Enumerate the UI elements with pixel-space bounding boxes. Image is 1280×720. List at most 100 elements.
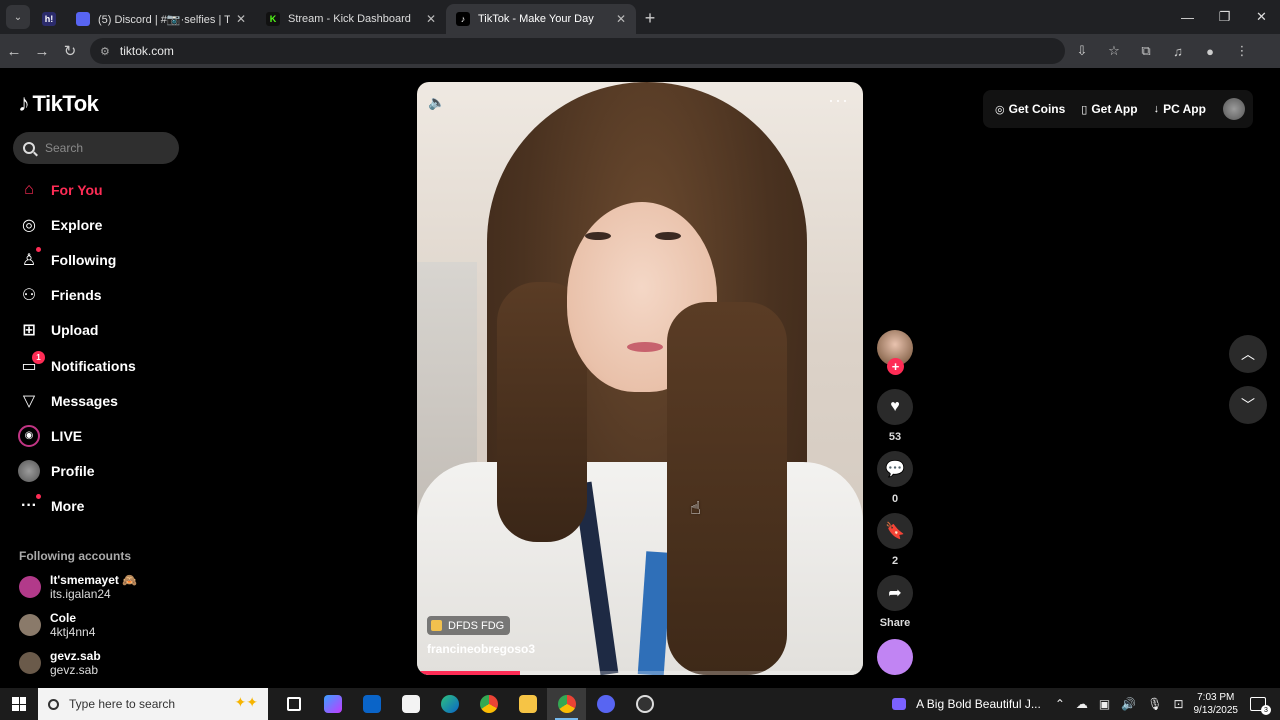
meet-now-icon[interactable]: ▣ bbox=[1099, 697, 1110, 711]
logo-text: TikTok bbox=[32, 91, 99, 116]
following-account[interactable]: Cole 4ktj4nn4 bbox=[19, 611, 95, 639]
network-icon[interactable]: ⊡ bbox=[1173, 697, 1183, 711]
speaker-icon[interactable]: 🔊 bbox=[1121, 697, 1136, 711]
start-button[interactable] bbox=[0, 688, 38, 720]
music-disc-icon[interactable] bbox=[877, 639, 913, 675]
sidebar-item-for-you[interactable]: ⌂ For You bbox=[18, 172, 136, 207]
pc-app-label: PC App bbox=[1163, 102, 1206, 116]
follow-plus-icon[interactable]: + bbox=[887, 358, 904, 375]
reload-icon[interactable]: ↻ bbox=[56, 42, 84, 60]
tab-kick[interactable]: K Stream - Kick Dashboard ✕ bbox=[256, 4, 446, 34]
save-button[interactable]: 🔖 bbox=[877, 513, 913, 549]
account-handle: 4ktj4nn4 bbox=[50, 625, 96, 639]
like-button[interactable]: ♥ bbox=[877, 389, 913, 425]
sidebar-item-following[interactable]: ♙ Following bbox=[18, 242, 136, 277]
sidebar-item-friends[interactable]: ⚇ Friends bbox=[18, 278, 136, 313]
profile-avatar-icon[interactable]: ● bbox=[1201, 44, 1219, 59]
tab-discord[interactable]: (5) Discord | #📷·selfies | The C ✕ bbox=[66, 4, 256, 34]
browser-menu-icon[interactable]: ⋮ bbox=[1233, 43, 1251, 59]
get-coins-button[interactable]: ◎ Get Coins bbox=[995, 102, 1065, 116]
edge-button[interactable] bbox=[430, 688, 469, 720]
sidebar-item-upload[interactable]: ⊞ Upload bbox=[18, 313, 136, 348]
tiktok-page: ♪ TikTok Search ⌂ For You ◎ Explore ♙ Fo… bbox=[0, 68, 1280, 688]
chrome-active-button[interactable] bbox=[547, 688, 586, 720]
windows-logo-icon bbox=[12, 697, 26, 711]
pc-app-button[interactable]: ↓ PC App bbox=[1154, 102, 1206, 116]
outlook-button[interactable] bbox=[352, 688, 391, 720]
get-coins-label: Get Coins bbox=[1008, 102, 1066, 116]
onedrive-icon[interactable]: ☁ bbox=[1076, 697, 1088, 711]
tab-tiktok[interactable]: ♪ TikTok - Make Your Day ✕ bbox=[446, 4, 636, 34]
discord-button[interactable] bbox=[586, 688, 625, 720]
video-player[interactable]: 🔈 ··· DFDS FDG francineobregoso3 bbox=[417, 82, 863, 675]
minimize-icon[interactable]: — bbox=[1169, 10, 1206, 25]
get-app-button[interactable]: ▯ Get App bbox=[1081, 102, 1137, 116]
install-app-icon[interactable]: ⇩ bbox=[1073, 43, 1091, 59]
tab-label: TikTok - Make Your Day bbox=[478, 13, 594, 25]
creator-avatar[interactable]: + bbox=[877, 330, 913, 375]
restore-icon[interactable]: ❐ bbox=[1206, 9, 1243, 25]
video-more-icon[interactable]: ··· bbox=[828, 90, 849, 111]
next-video-button[interactable]: ﹀ bbox=[1229, 386, 1267, 424]
sidebar-item-explore[interactable]: ◎ Explore bbox=[18, 207, 136, 242]
chevron-up-icon[interactable]: ⌃ bbox=[1055, 697, 1065, 711]
sidebar-item-more[interactable]: ··· More bbox=[18, 489, 136, 524]
previous-video-button[interactable]: ︿ bbox=[1229, 335, 1267, 373]
notification-center-icon[interactable]: 3 bbox=[1250, 697, 1271, 715]
copilot-icon bbox=[323, 695, 342, 713]
sidebar-item-messages[interactable]: ▽ Messages bbox=[18, 383, 136, 418]
comment-button[interactable]: 💬 bbox=[877, 451, 913, 487]
tab-close-icon[interactable]: ✕ bbox=[616, 12, 626, 26]
task-view-button[interactable] bbox=[274, 688, 313, 720]
media-control-icon[interactable]: ♫ bbox=[1169, 44, 1187, 59]
new-tab-button[interactable]: + bbox=[636, 4, 664, 32]
sidebar-item-label: Messages bbox=[51, 392, 118, 409]
site-info-icon[interactable]: ⚙ bbox=[100, 45, 110, 58]
close-window-icon[interactable]: ✕ bbox=[1243, 9, 1280, 25]
sidebar-item-label: Explore bbox=[51, 216, 103, 233]
sidebar-item-notifications[interactable]: ▭ 1 Notifications bbox=[18, 348, 136, 383]
taskbar-search-input[interactable]: Type here to search ✦✦ bbox=[38, 688, 268, 720]
sidebar-nav: ⌂ For You ◎ Explore ♙ Following ⚇ Friend… bbox=[18, 172, 136, 524]
microphone-icon[interactable]: 🎙 bbox=[1147, 697, 1162, 711]
share-button[interactable]: ➦ bbox=[877, 575, 913, 611]
copilot-button[interactable] bbox=[313, 688, 352, 720]
chrome-button[interactable] bbox=[469, 688, 508, 720]
following-account[interactable]: gevz.sab gevz.sab bbox=[19, 649, 101, 677]
file-explorer-button[interactable] bbox=[508, 688, 547, 720]
tab-close-icon[interactable]: ✕ bbox=[426, 12, 436, 26]
forward-icon[interactable]: → bbox=[28, 43, 56, 60]
compass-icon: ◎ bbox=[22, 216, 36, 234]
video-tag[interactable]: DFDS FDG bbox=[427, 616, 511, 635]
search-input[interactable]: Search bbox=[13, 132, 179, 164]
bookmark-star-icon[interactable]: ☆ bbox=[1105, 43, 1123, 59]
save-count: 2 bbox=[891, 555, 899, 567]
comment-count: 0 bbox=[891, 493, 899, 505]
tiktok-logo[interactable]: ♪ TikTok bbox=[18, 90, 99, 118]
get-app-label: Get App bbox=[1091, 102, 1138, 116]
obs-button[interactable] bbox=[625, 688, 664, 720]
tab-close-icon[interactable]: ✕ bbox=[236, 12, 246, 26]
following-account[interactable]: It'smemayet 🙈 its.igalan24 bbox=[19, 573, 137, 601]
store-button[interactable] bbox=[391, 688, 430, 720]
user-avatar[interactable] bbox=[1223, 98, 1245, 120]
video-progress-bar[interactable] bbox=[417, 671, 863, 675]
video-hair-front bbox=[667, 302, 787, 675]
live-icon: ◉ bbox=[18, 424, 40, 447]
download-icon: ↓ bbox=[1153, 103, 1160, 115]
task-view-icon bbox=[286, 697, 301, 711]
back-icon[interactable]: ← bbox=[0, 43, 28, 60]
tab-search-dropdown[interactable]: ⌄ bbox=[6, 5, 30, 29]
media-playback-widget[interactable]: A Big Bold Beautiful J... bbox=[892, 697, 1041, 711]
search-highlight-icon: ✦✦ bbox=[234, 694, 258, 710]
url-field[interactable]: ⚙ tiktok.com bbox=[90, 38, 1065, 64]
taskbar-clock[interactable]: 7:03 PM 9/13/2025 bbox=[1194, 691, 1239, 717]
volume-icon[interactable]: 🔈 bbox=[428, 94, 445, 111]
search-icon bbox=[23, 142, 35, 154]
tab-hi[interactable]: h! bbox=[34, 4, 66, 34]
sidebar-item-live[interactable]: ◉ LIVE bbox=[18, 418, 136, 453]
video-author[interactable]: francineobregoso3 bbox=[427, 642, 535, 656]
tab-label: Stream - Kick Dashboard bbox=[288, 13, 411, 25]
sidebar-item-profile[interactable]: Profile bbox=[18, 454, 136, 489]
extensions-icon[interactable]: ⧉ bbox=[1137, 43, 1155, 59]
